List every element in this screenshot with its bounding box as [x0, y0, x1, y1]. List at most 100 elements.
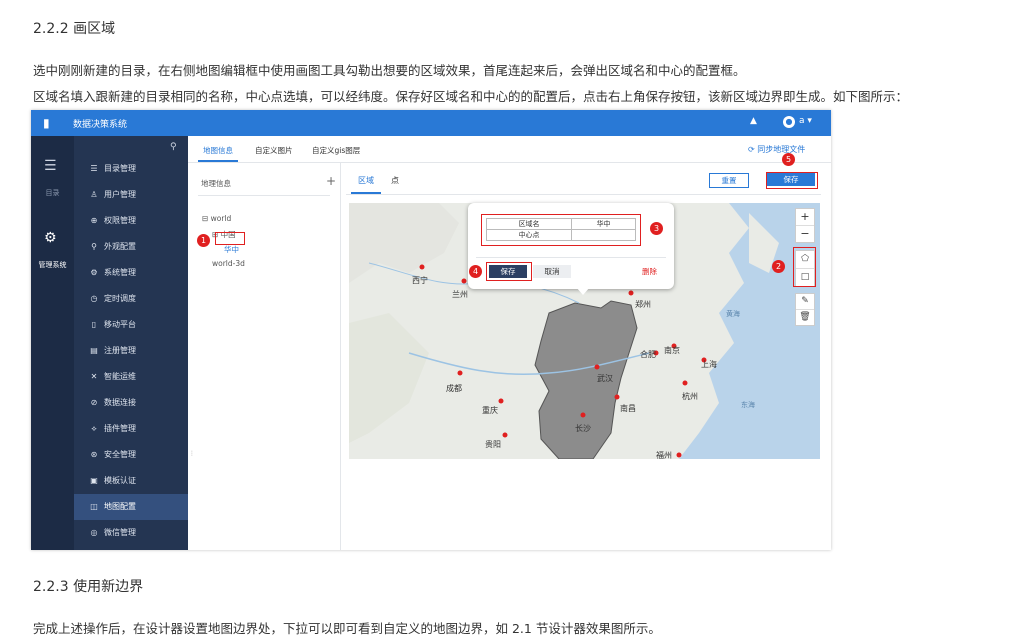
step-badge: 4	[469, 265, 482, 278]
avatar[interactable]: ●	[783, 116, 795, 128]
divider	[346, 194, 821, 195]
menu-icon: ⚲	[91, 242, 97, 251]
menu-item[interactable]: ▤ 注册管理	[74, 338, 188, 364]
user-menu[interactable]: a ▾	[799, 116, 812, 126]
paragraph: 区域名填入跟新建的目录相同的名称，中心点选填，可以经纬度。保存好区域名和中心的的…	[33, 89, 909, 104]
divider	[476, 257, 666, 258]
menu-icon: ⟡	[91, 424, 97, 433]
tree-header: 地理信息	[201, 179, 231, 188]
menu-label: 地图配置	[104, 502, 136, 511]
tab-custom-image[interactable]: 自定义图片	[255, 145, 293, 156]
menu-item[interactable]: ⟡ 插件管理	[74, 416, 188, 442]
city-label: 武汉	[597, 373, 613, 383]
tab-map-info[interactable]: 地图信息	[203, 145, 233, 156]
tab-custom-gis[interactable]: 自定义gis图层	[312, 145, 360, 156]
tree-node-world-3d[interactable]: world-3d	[212, 259, 245, 268]
pin-icon[interactable]: ⚲	[170, 142, 177, 152]
city-label: 成都	[446, 383, 462, 393]
menu-label: 安全管理	[104, 450, 136, 459]
menu-label: 微信管理	[104, 528, 136, 537]
city-label: 西宁	[412, 275, 428, 285]
step-badge: 1	[197, 234, 210, 247]
menu-icon: ⊘	[90, 398, 98, 407]
trash-icon[interactable]: 🗑	[796, 310, 814, 325]
zoom-in-button[interactable]: +	[796, 209, 814, 226]
menu-item[interactable]: ☰ 目录管理	[74, 156, 188, 182]
menu-icon: ◷	[90, 294, 98, 303]
geo-tree-panel: 地理信息 + ⊟ world ⊞ 中国 华中 world-3d	[188, 163, 341, 550]
menu-icon: ◎	[90, 528, 98, 537]
menu-icon: ✕	[90, 372, 98, 381]
tree-node-world[interactable]: ⊟ world	[202, 214, 231, 223]
menu-icon: ⊛	[90, 450, 98, 459]
sync-label: 同步地理文件	[757, 145, 806, 154]
menu-icon: ♙	[90, 190, 98, 199]
menu-item[interactable]: ▣ 模板认证	[74, 468, 188, 494]
add-icon[interactable]: +	[326, 174, 336, 188]
menu-item[interactable]: ♙ 用户管理	[74, 182, 188, 208]
menu-label: 定时调度	[104, 294, 136, 303]
step-badge: 2	[772, 260, 785, 273]
subtab-point[interactable]: 点	[391, 175, 399, 186]
divider	[198, 195, 330, 196]
city-label: 长沙	[575, 423, 591, 433]
menu-icon: ▤	[90, 346, 98, 355]
icon-rail: ☰ 目录 ⚙ 管理系统	[31, 136, 74, 550]
zoom-out-button[interactable]: −	[796, 226, 814, 242]
gear-icon[interactable]: ⚙	[44, 230, 57, 246]
rail-label-catalog[interactable]: 目录	[31, 188, 74, 198]
city-label: 南昌	[620, 403, 636, 413]
splitter-handle[interactable]: ⋮	[189, 450, 195, 458]
reset-button[interactable]: 重置	[709, 173, 749, 188]
section-heading: 2.2.3 使用新边界	[33, 579, 144, 595]
tree-node-label: world	[210, 214, 232, 223]
subtab-region[interactable]: 区域	[358, 175, 374, 186]
popup-cancel-button[interactable]: 取消	[533, 265, 571, 278]
menu-label: 模板认证	[104, 476, 136, 485]
app-title: 数据决策系统	[73, 120, 128, 130]
sea-label: 黄海	[726, 309, 740, 318]
menu-item[interactable]: ⊘ 数据连接	[74, 390, 188, 416]
menu-item[interactable]: ✕ 智能运维	[74, 364, 188, 390]
menu-item[interactable]: ◎ 微信管理	[74, 520, 188, 546]
catalog-icon[interactable]: ☰	[44, 158, 57, 174]
embedded-screenshot: ▮ 数据决策系统 ▲ ● a ▾ ☰ 目录 ⚙ 管理系统 ⚲ ☰ 目录管理 ♙ 用户…	[31, 110, 831, 550]
menu-icon: ⊕	[90, 216, 98, 225]
city-label: 合肥	[640, 349, 656, 359]
menu-label: 权限管理	[104, 216, 136, 225]
highlight-box	[486, 262, 532, 281]
menu-label: 注册管理	[104, 346, 136, 355]
menu-item-map-config[interactable]: ◫ 地图配置	[74, 494, 188, 520]
bell-icon[interactable]: ▲	[750, 116, 757, 126]
app-logo-icon: ▮	[43, 116, 50, 130]
menu-item[interactable]: ⊕ 权限管理	[74, 208, 188, 234]
edit-icon[interactable]: ✎	[796, 294, 814, 310]
menu-label: 数据连接	[104, 398, 136, 407]
menu-icon: ▣	[90, 476, 98, 485]
sync-geo-file-button[interactable]: ⟳ 同步地理文件	[748, 144, 805, 155]
zoom-control: + −	[795, 208, 815, 243]
popup-delete-button[interactable]: 删除	[642, 266, 657, 277]
menu-label: 用户管理	[104, 190, 136, 199]
side-menu: ⚲ ☰ 目录管理 ♙ 用户管理 ⊕ 权限管理 ⚲ 外观配置 ⚙ 系统管理 ◷ 定时调度 ▯ 移…	[74, 136, 188, 550]
highlight-box	[793, 247, 816, 287]
menu-label: 插件管理	[104, 424, 136, 433]
menu-item[interactable]: ◷ 定时调度	[74, 286, 188, 312]
menu-icon: ☰	[90, 164, 98, 173]
city-label: 上海	[701, 359, 717, 369]
rail-label-admin[interactable]: 管理系统	[31, 260, 74, 270]
top-bar: ▮ 数据决策系统 ▲ ● a ▾	[31, 110, 831, 136]
menu-icon: ⚙	[90, 268, 98, 277]
city-label: 南京	[664, 345, 680, 355]
menu-item[interactable]: ⚲ 外观配置	[74, 234, 188, 260]
section-heading: 2.2.2 画区域	[33, 21, 116, 37]
menu-icon: ◫	[90, 502, 98, 511]
menu-item[interactable]: ▯ 移动平台	[74, 312, 188, 338]
menu-item[interactable]: ⚙ 系统管理	[74, 260, 188, 286]
tree-node-huazhong[interactable]: 华中	[224, 244, 239, 255]
paragraph: 完成上述操作后，在设计器设置地图边界处，下拉可以即可看到自定义的地图边界，如 2…	[33, 621, 661, 636]
menu-item[interactable]: ⊛ 安全管理	[74, 442, 188, 468]
highlight-box	[481, 214, 641, 246]
city-label: 重庆	[482, 405, 498, 415]
menu-label: 移动平台	[104, 320, 136, 329]
